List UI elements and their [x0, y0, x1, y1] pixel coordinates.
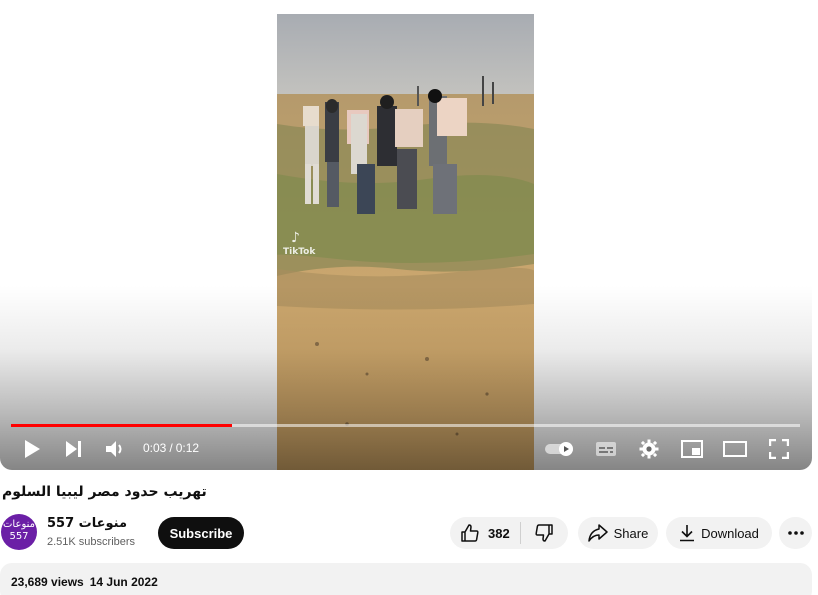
upload-date: 14 Jun 2022 [89, 575, 158, 589]
video-player[interactable]: TikTok ♪ 0:03/0:12 [0, 0, 812, 470]
captions-button[interactable] [594, 436, 618, 462]
volume-button[interactable] [104, 436, 128, 462]
theater-mode-icon [723, 441, 747, 457]
progress-played [11, 424, 232, 427]
share-label: Share [613, 525, 649, 541]
autoplay-toggle-icon [545, 442, 573, 456]
fullscreen-icon [769, 439, 789, 459]
more-actions-icon [787, 531, 804, 535]
play-button[interactable] [20, 436, 44, 462]
gear-icon [639, 439, 659, 459]
subscriber-count: 2.51K subscribers [47, 536, 136, 548]
more-actions-button[interactable] [779, 517, 812, 549]
share-icon [587, 524, 608, 542]
play-icon [25, 440, 40, 458]
dislike-button[interactable] [521, 517, 567, 549]
miniplayer-icon [681, 440, 703, 458]
volume-icon [106, 441, 122, 457]
thumbs-up-icon [461, 524, 479, 542]
download-button[interactable]: Download [666, 517, 772, 549]
description-meta: 23,689 views 14 Jun 2022 [11, 575, 158, 589]
settings-button[interactable] [637, 436, 661, 462]
autoplay-toggle[interactable] [543, 436, 579, 462]
next-button[interactable] [62, 436, 86, 462]
like-count: 382 [488, 525, 510, 541]
like-dislike-group: 382 [450, 517, 568, 549]
next-icon [66, 441, 81, 457]
subscribe-button[interactable]: Subscribe [158, 517, 244, 549]
download-icon [680, 525, 695, 542]
video-title: تهريب حدود مصر ليبيا السلوم [2, 484, 207, 500]
like-button[interactable]: 382 [450, 517, 520, 549]
captions-icon [596, 442, 616, 456]
channel-avatar[interactable]: منوعات 557 [1, 514, 37, 550]
time-display: 0:03/0:12 [143, 441, 199, 455]
tiktok-watermark: TikTok [283, 247, 316, 257]
fullscreen-button[interactable] [767, 436, 791, 462]
channel-name[interactable]: 557 منوعات [47, 516, 127, 531]
theater-mode-button[interactable] [722, 436, 748, 462]
thumbs-down-icon [535, 524, 553, 542]
progress-bar[interactable] [11, 424, 800, 427]
tiktok-logo-icon: ♪ [291, 230, 300, 246]
duration: 0:12 [175, 441, 200, 455]
view-count: 23,689 views [11, 575, 84, 589]
time-separator: / [169, 441, 173, 455]
current-time: 0:03 [143, 441, 167, 455]
miniplayer-button[interactable] [680, 436, 704, 462]
download-label: Download [701, 525, 759, 541]
share-button[interactable]: Share [578, 517, 658, 549]
